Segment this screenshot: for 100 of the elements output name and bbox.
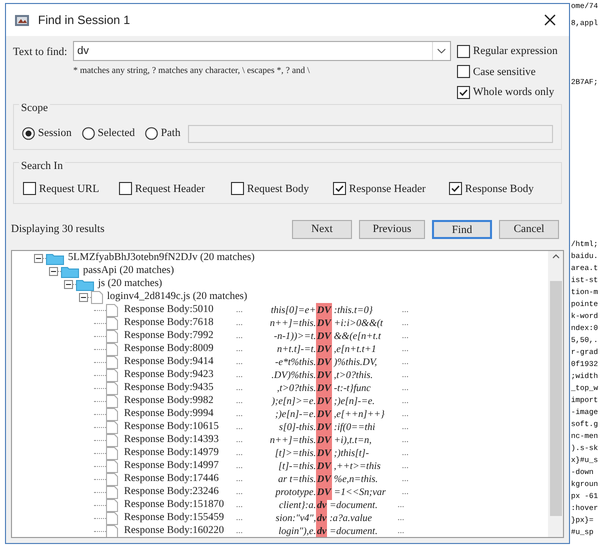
scroll-thumb[interactable]	[550, 280, 562, 516]
dialog-button[interactable]: Next	[292, 220, 352, 239]
ellipsis: ...	[236, 498, 244, 512]
checkbox-label[interactable]: Response Body	[465, 180, 534, 197]
collapse-icon[interactable]	[49, 266, 58, 276]
checkbox[interactable]	[457, 65, 470, 78]
result-label[interactable]: Response Body:7992	[124, 328, 236, 344]
ellipsis: ...	[236, 381, 244, 394]
option-label[interactable]: Whole words only	[473, 84, 554, 100]
radio-label[interactable]: Session	[38, 125, 72, 142]
checkbox[interactable]	[23, 182, 36, 196]
ellipsis: ...	[236, 472, 244, 486]
ellipsis: ...	[236, 524, 244, 537]
result-label[interactable]: Response Body:23246	[124, 484, 236, 500]
collapse-icon[interactable]	[79, 292, 88, 302]
file-icon	[106, 512, 118, 524]
option-label[interactable]: Regular expression	[473, 43, 558, 60]
ellipsis: ...	[402, 459, 409, 472]
ellipsis: ...	[402, 485, 409, 498]
result-label[interactable]: Response Body:14979	[124, 445, 236, 461]
folder-icon	[46, 252, 64, 264]
dialog-button[interactable]: Find	[432, 220, 492, 239]
close-icon[interactable]	[543, 13, 557, 27]
file-icon	[106, 486, 118, 498]
ellipsis: ...	[236, 511, 244, 524]
find-hint: * matches any string, ? matches any character, \ escapes *, ? and \	[73, 64, 311, 77]
checkbox[interactable]	[457, 86, 470, 99]
ellipsis: ...	[402, 407, 409, 420]
dialog-button[interactable]: Previous	[359, 220, 425, 239]
file-icon	[106, 394, 118, 408]
radio-button[interactable]	[22, 127, 35, 140]
result-label[interactable]: Response Body:7618	[124, 315, 236, 331]
ellipsis: ...	[397, 511, 404, 524]
ellipsis: ...	[236, 459, 244, 472]
ellipsis: ...	[402, 368, 409, 382]
result-label[interactable]: Response Body:9994	[124, 406, 236, 422]
file-icon	[106, 304, 118, 316]
result-label[interactable]: Response Body:8009	[124, 341, 236, 357]
ellipsis: ...	[236, 485, 244, 498]
collapse-icon[interactable]	[34, 254, 43, 262]
checkbox[interactable]	[449, 182, 462, 196]
checkbox[interactable]	[457, 44, 470, 58]
ellipsis: ...	[402, 446, 409, 460]
window-title: Find in Session 1	[38, 12, 132, 29]
result-label[interactable]: Response Body:9435	[124, 380, 236, 396]
ellipsis: ...	[402, 472, 409, 486]
scrollbar[interactable]	[548, 250, 563, 537]
app-icon	[14, 12, 30, 28]
ellipsis: ...	[236, 394, 244, 408]
result-label[interactable]: Response Body:9982	[124, 393, 236, 409]
result-label[interactable]: Response Body:14997	[124, 458, 236, 474]
ellipsis: ...	[236, 446, 244, 460]
path-field[interactable]	[188, 124, 553, 142]
result-label[interactable]: Response Body:9414	[124, 354, 236, 370]
radio-label[interactable]: Path	[160, 125, 180, 142]
ellipsis: ...	[397, 498, 404, 512]
radio-button[interactable]	[144, 127, 158, 140]
folder-icon	[76, 278, 94, 290]
checkbox-label[interactable]: Request Header	[135, 180, 205, 197]
result-label[interactable]: Response Body:160220	[124, 523, 236, 537]
ellipsis: ...	[236, 407, 244, 420]
file-icon	[106, 434, 118, 446]
ellipsis: ...	[402, 433, 409, 446]
tree-node-label[interactable]: js (20 matches)	[98, 276, 162, 292]
file-icon	[106, 460, 118, 472]
file-icon	[106, 420, 118, 434]
tree-node-label[interactable]: loginv4_2d8149c.js (20 matches)	[107, 289, 248, 305]
file-icon	[106, 498, 118, 512]
result-label[interactable]: Response Body:151870	[124, 497, 236, 513]
collapse-icon[interactable]	[64, 280, 73, 288]
ellipsis: ...	[236, 355, 244, 368]
match-snippet[interactable]: prototype.DV =1<<Sn;var	[258, 484, 394, 500]
checkbox-label[interactable]: Request Body	[247, 180, 310, 197]
checkbox-label[interactable]: Request URL	[39, 180, 100, 197]
ellipsis: ...	[402, 355, 409, 368]
option-label[interactable]: Case sensitive	[473, 64, 536, 80]
match-snippet[interactable]: login"),e.dv =document.	[258, 524, 390, 537]
result-label[interactable]: Response Body:17446	[124, 471, 236, 487]
result-label[interactable]: Response Body:10615	[124, 419, 236, 435]
checkbox[interactable]	[333, 182, 346, 196]
find-combo[interactable]: dv	[73, 41, 451, 61]
ellipsis: ...	[397, 524, 404, 537]
checkbox[interactable]	[231, 182, 244, 196]
ellipsis: ...	[236, 368, 244, 382]
file-icon	[106, 446, 118, 460]
result-label[interactable]: Response Body:5010	[124, 302, 236, 318]
ellipsis: ...	[236, 303, 244, 316]
dialog-button[interactable]: Cancel	[499, 220, 559, 239]
ellipsis: ...	[236, 342, 244, 356]
tree-node-label[interactable]: passApi (20 matches)	[83, 263, 174, 279]
radio-button[interactable]	[82, 127, 95, 140]
result-label[interactable]: Response Body:9423	[124, 367, 236, 383]
file-icon	[106, 316, 118, 330]
result-label[interactable]: Response Body:14393	[124, 432, 236, 448]
checkbox-label[interactable]: Response Header	[349, 180, 426, 197]
file-icon	[106, 408, 118, 420]
radio-label[interactable]: Selected	[98, 125, 135, 142]
tree-node-label[interactable]: 5LMZfyabBhJ3otebn9fN2DJv (20 matches)	[68, 250, 255, 266]
result-label[interactable]: Response Body:155459	[124, 510, 236, 526]
checkbox[interactable]	[119, 182, 132, 196]
